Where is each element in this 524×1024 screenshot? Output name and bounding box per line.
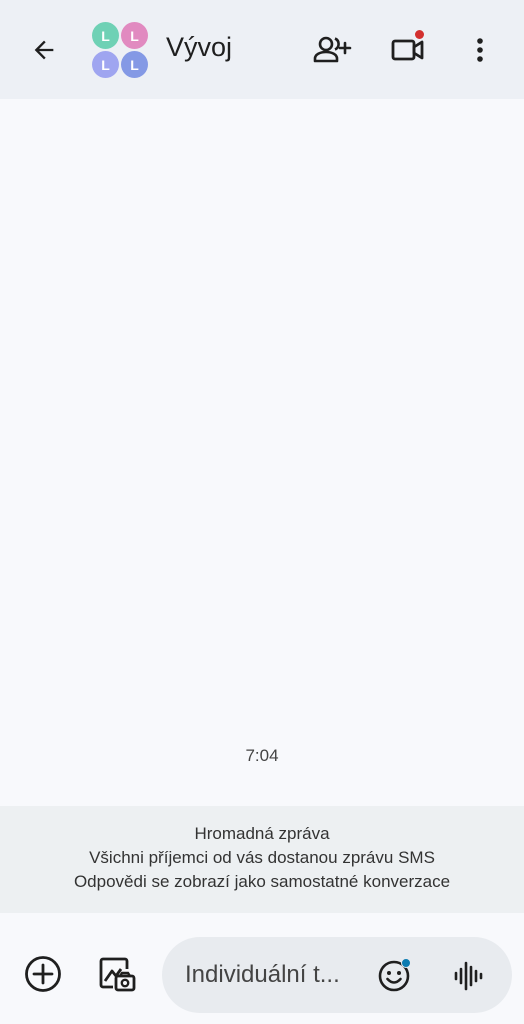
arrow-back-icon <box>34 40 54 60</box>
emoji-button[interactable] <box>374 956 414 996</box>
attach-button[interactable] <box>20 951 66 997</box>
message-input-field[interactable]: Individuální t... <box>162 937 512 1013</box>
avatar: L <box>92 51 119 78</box>
voice-waveform-icon <box>454 961 483 991</box>
notification-dot <box>415 30 424 39</box>
avatar-letter: L <box>101 27 110 44</box>
voice-message-button[interactable] <box>448 956 488 996</box>
banner-line: Odpovědi se zobrazí jako samostatné konv… <box>73 872 451 891</box>
avatar: L <box>121 51 148 78</box>
group-avatar[interactable]: L L L L <box>92 22 150 78</box>
add-circle-icon <box>25 956 61 992</box>
avatar-letter: L <box>130 27 139 44</box>
notification-dot <box>401 958 411 968</box>
conversation-title[interactable]: Vývoj <box>166 32 232 63</box>
gallery-camera-icon <box>99 957 136 992</box>
banner-line: Všichni příjemci od vás dostanou zprávu … <box>89 848 435 867</box>
back-button[interactable] <box>24 30 64 70</box>
banner-title: Hromadná zpráva <box>194 824 330 843</box>
message-input-placeholder[interactable]: Individuální t... <box>185 961 340 989</box>
avatar: L <box>121 22 148 49</box>
more-options-button[interactable] <box>458 30 502 70</box>
group-message-info-banner: Hromadná zpráva Všichni příjemci od vás … <box>0 806 524 913</box>
more-vert-icon <box>477 38 483 62</box>
avatar-letter: L <box>130 56 139 73</box>
video-call-icon <box>391 39 424 61</box>
message-timestamp: 7:04 <box>245 746 279 765</box>
avatar: L <box>92 22 119 49</box>
avatar-letter: L <box>101 56 110 73</box>
add-person-icon <box>313 36 352 63</box>
add-person-button[interactable] <box>310 30 354 70</box>
video-call-button[interactable] <box>386 30 430 70</box>
top-app-bar: L L L L Vývoj <box>0 0 524 99</box>
gallery-button[interactable] <box>94 951 140 997</box>
